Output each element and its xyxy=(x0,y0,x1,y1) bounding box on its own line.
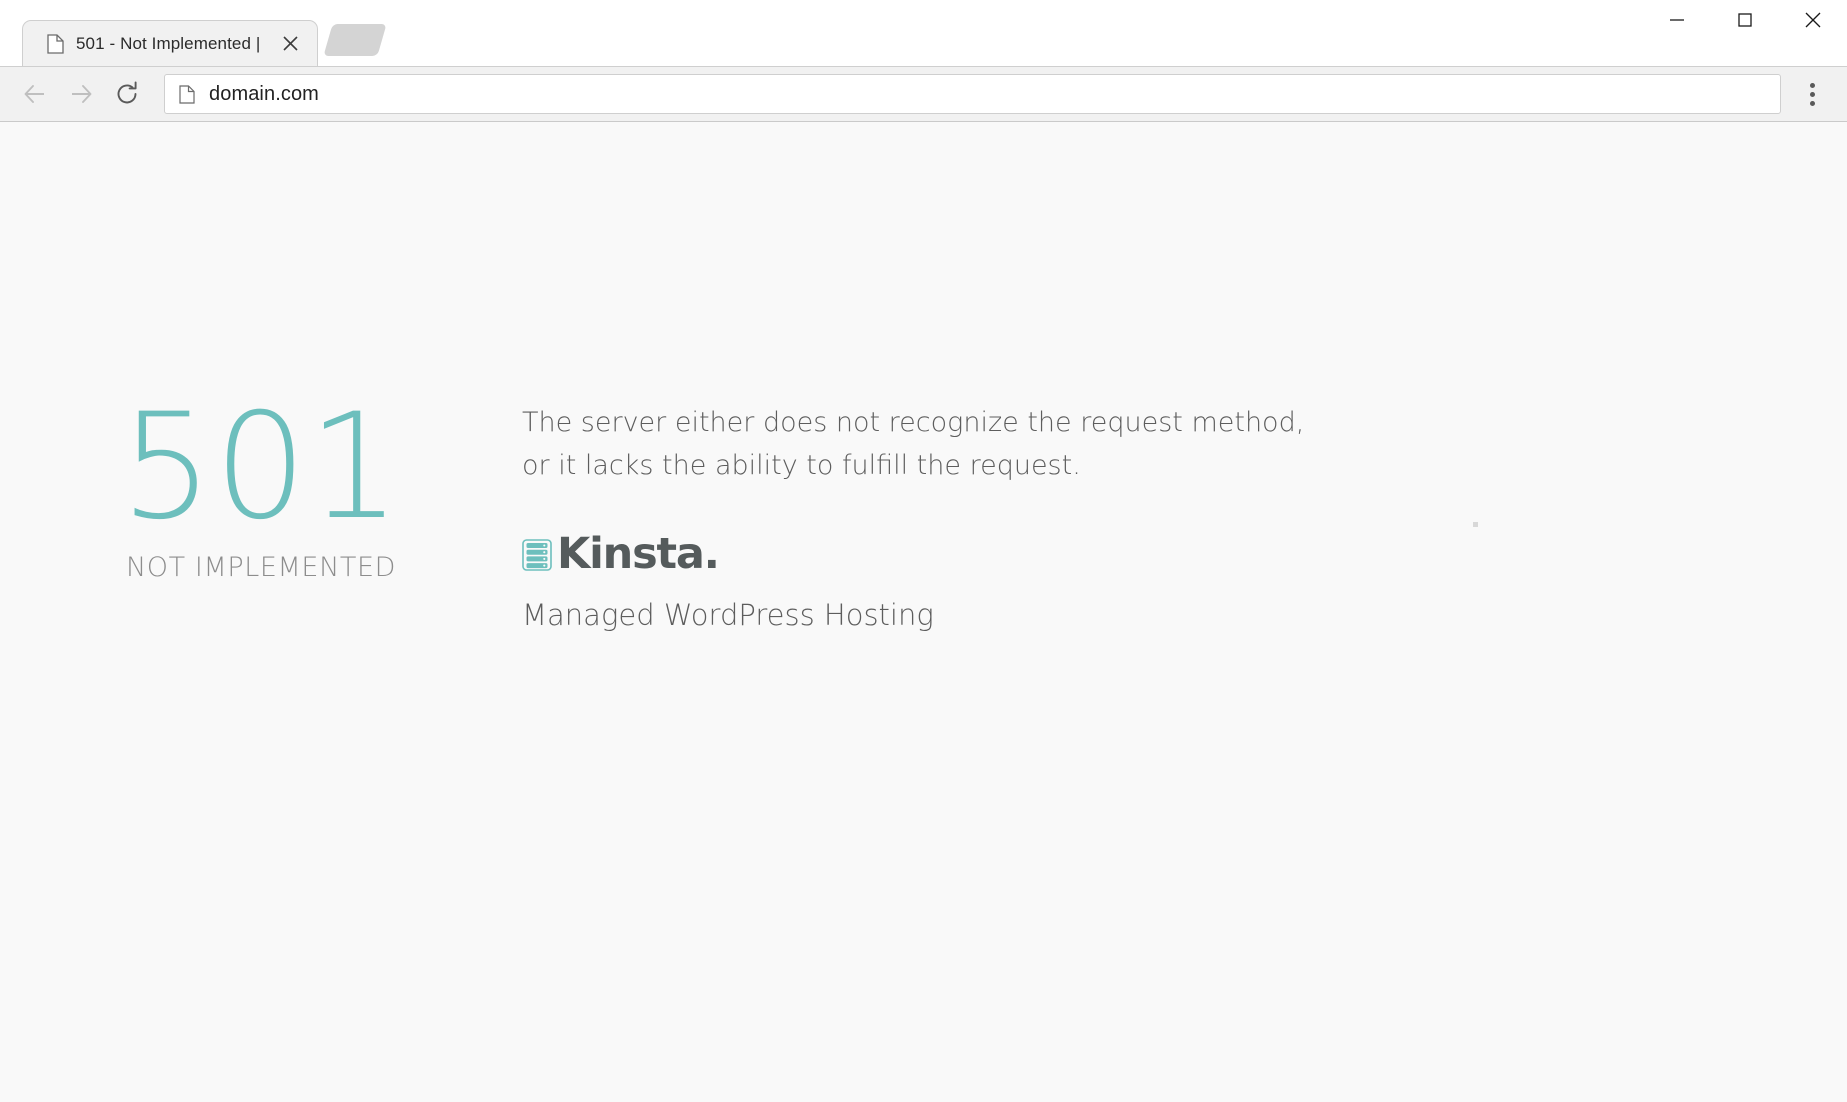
error-detail-block: The server either does not recognize the… xyxy=(430,390,1330,632)
address-bar-text[interactable]: domain.com xyxy=(209,83,319,106)
page-viewport: 501 NOT IMPLEMENTED The server either do… xyxy=(0,122,1847,1102)
tab-title: 501 - Not Implemented | xyxy=(76,34,271,54)
back-icon[interactable] xyxy=(12,71,58,117)
page-icon xyxy=(47,34,64,54)
forward-icon[interactable] xyxy=(58,71,104,117)
maximize-icon[interactable] xyxy=(1711,0,1779,40)
close-icon[interactable] xyxy=(1779,0,1847,40)
page-icon xyxy=(179,85,195,104)
address-bar[interactable]: domain.com xyxy=(164,74,1781,114)
close-icon[interactable] xyxy=(277,31,303,57)
reload-icon[interactable] xyxy=(104,71,150,117)
window-controls xyxy=(1643,0,1847,40)
error-page: 501 NOT IMPLEMENTED The server either do… xyxy=(0,122,1847,632)
minimize-icon[interactable] xyxy=(1643,0,1711,40)
menu-dot xyxy=(1810,83,1815,88)
error-message: The server either does not recognize the… xyxy=(522,402,1330,487)
title-bar: 501 - Not Implemented | xyxy=(0,0,1847,66)
stray-artifact xyxy=(1473,522,1478,530)
browser-menu-icon[interactable] xyxy=(1789,71,1835,117)
kinsta-logo: Kinsta. xyxy=(522,533,1330,576)
new-tab-button[interactable] xyxy=(323,24,386,56)
menu-dot xyxy=(1810,92,1815,97)
brand-name: Kinsta. xyxy=(557,533,719,576)
error-code-block: 501 NOT IMPLEMENTED xyxy=(92,390,430,583)
browser-toolbar: domain.com xyxy=(0,66,1847,122)
error-code: 501 xyxy=(92,394,430,540)
server-rack-icon xyxy=(522,539,552,571)
tab-strip: 501 - Not Implemented | xyxy=(0,0,382,66)
tab-501-not-implemented[interactable]: 501 - Not Implemented | xyxy=(22,20,318,66)
browser-window: 501 - Not Implemented | xyxy=(0,0,1847,1102)
brand-tagline: Managed WordPress Hosting xyxy=(522,598,1330,632)
error-code-label: NOT IMPLEMENTED xyxy=(92,552,430,583)
menu-dot xyxy=(1810,101,1815,106)
